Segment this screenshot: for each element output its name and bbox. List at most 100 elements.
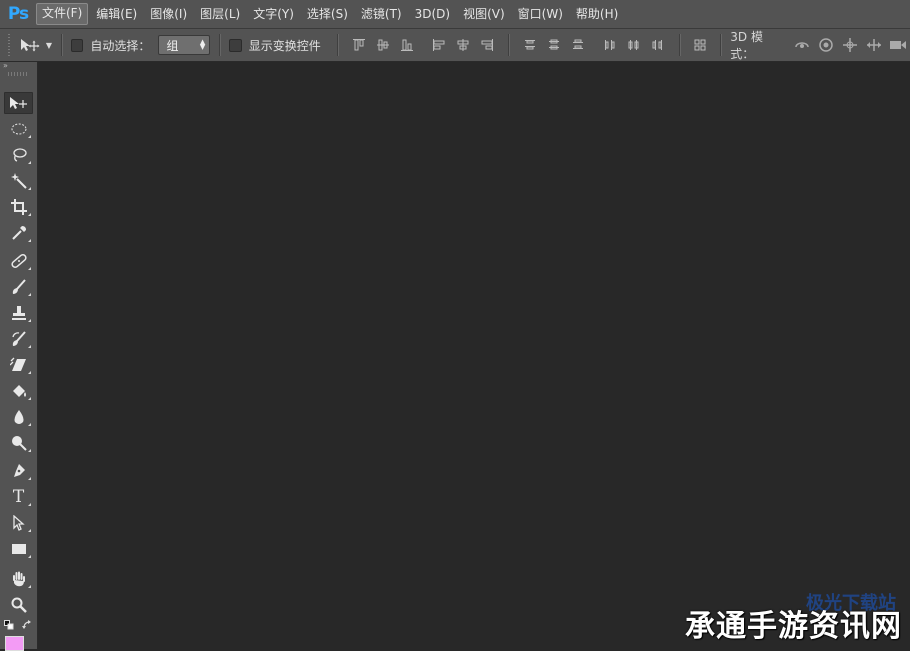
type-tool[interactable]: T [4, 486, 33, 508]
show-transform-label: 显示变换控件 [248, 38, 321, 53]
distribute-vcenter-button[interactable] [542, 34, 566, 56]
elliptical-marquee-tool[interactable] [4, 118, 33, 140]
3d-slide-button[interactable] [862, 34, 886, 56]
align-right-button[interactable] [475, 34, 499, 56]
zoom-tool[interactable] [4, 594, 33, 616]
hand-tool[interactable] [4, 568, 33, 590]
align-bottom-button[interactable] [395, 34, 419, 56]
3d-rotate-icon [795, 42, 809, 48]
crop-tool[interactable] [4, 196, 33, 218]
3d-roll-icon [819, 38, 833, 52]
menu-type[interactable]: 文字(Y) [248, 4, 299, 24]
distribute-left-icon [604, 40, 615, 50]
auto-select-checkbox[interactable] [71, 38, 84, 52]
divider [61, 34, 62, 56]
align-top-icon [352, 39, 365, 51]
menu-edit[interactable]: 编辑(E) [91, 4, 142, 24]
dodge-tool[interactable] [4, 432, 33, 454]
eraser-tool[interactable] [4, 354, 33, 376]
toolbox: » T [0, 62, 38, 651]
menu-filter[interactable]: 滤镜(T) [356, 4, 407, 24]
3d-roll-button[interactable] [814, 34, 838, 56]
magic-wand-tool[interactable] [4, 170, 33, 192]
move-tool[interactable] [4, 92, 33, 114]
menu-3d[interactable]: 3D(D) [410, 4, 455, 24]
distribute-hcenter-button[interactable] [622, 34, 646, 56]
3d-pan-button[interactable] [838, 34, 862, 56]
3d-pan-icon [843, 38, 858, 52]
tool-preset-picker[interactable]: ▼ [20, 38, 52, 52]
distribute-buttons [518, 34, 670, 56]
auto-align-icon [694, 39, 706, 51]
align-buttons [347, 34, 499, 56]
dodge-icon [11, 436, 27, 451]
ellipse-marquee-icon [11, 123, 26, 135]
auto-select-value: 组 [166, 38, 179, 53]
distribute-vertical-center-icon [548, 39, 559, 50]
distribute-right-button[interactable] [646, 34, 670, 56]
align-bottom-icon [400, 39, 413, 51]
crop-icon [10, 199, 27, 215]
bandage-icon [10, 254, 27, 268]
path-selection-tool[interactable] [4, 512, 33, 534]
menu-help[interactable]: 帮助(H) [571, 4, 623, 24]
menu-image[interactable]: 图像(I) [145, 4, 192, 24]
clone-stamp-tool[interactable] [4, 302, 33, 324]
distribute-bottom-button[interactable] [566, 34, 590, 56]
video-camera-icon [890, 41, 907, 49]
options-bar-grip[interactable] [8, 34, 10, 56]
stamp-icon [11, 306, 26, 320]
3d-scale-button[interactable] [886, 34, 910, 56]
watermark-text: 承通手游资讯网 [685, 609, 902, 644]
toolbox-grip[interactable] [8, 72, 29, 76]
eyedropper-icon [11, 226, 26, 240]
pen-icon [13, 464, 25, 477]
distribute-top-button[interactable] [518, 34, 542, 56]
3d-mode-buttons [790, 34, 910, 56]
menu-window[interactable]: 窗口(W) [513, 4, 568, 24]
align-top-button[interactable] [347, 34, 371, 56]
align-left-button[interactable] [427, 34, 451, 56]
blur-tool[interactable] [4, 406, 33, 428]
document-workspace[interactable] [38, 62, 910, 649]
brush-tool[interactable] [4, 276, 33, 298]
align-horizontal-center-icon [457, 39, 469, 51]
eyedropper-tool[interactable] [4, 222, 33, 244]
distribute-horizontal-center-icon [628, 40, 639, 50]
divider [219, 34, 221, 56]
align-right-icon [481, 39, 493, 51]
align-left-icon [432, 39, 445, 51]
collapse-toolbox-icon[interactable]: » [0, 62, 37, 70]
show-transform-checkbox[interactable] [229, 38, 242, 52]
eraser-icon [9, 357, 26, 371]
swap-colors-icon[interactable] [22, 620, 32, 630]
menu-layer[interactable]: 图层(L) [195, 4, 245, 24]
align-vcenter-button[interactable] [371, 34, 395, 56]
chevron-down-icon: ▼ [45, 40, 53, 50]
history-brush-tool[interactable] [4, 328, 33, 350]
menu-bar: Ps 文件(F) 编辑(E) 图像(I) 图层(L) 文字(Y) 选择(S) 滤… [0, 0, 910, 29]
move-icon [9, 97, 27, 109]
distribute-left-button[interactable] [598, 34, 622, 56]
paint-bucket-tool[interactable] [4, 380, 33, 402]
rectangle-tool[interactable] [4, 538, 33, 560]
3d-rotate-button[interactable] [790, 34, 814, 56]
3d-slide-icon [867, 39, 882, 51]
hand-icon [12, 571, 25, 587]
distribute-bottom-icon [572, 39, 583, 49]
history-brush-icon [11, 331, 26, 346]
default-colors-icon[interactable] [4, 620, 14, 630]
menu-select[interactable]: 选择(S) [302, 4, 353, 24]
distribute-top-icon [524, 40, 535, 50]
divider [507, 34, 509, 56]
up-down-arrows-icon: ▲ ▼ [199, 38, 206, 51]
menu-file[interactable]: 文件(F) [36, 3, 89, 25]
auto-select-dropdown[interactable]: 组 ▲ ▼ [158, 35, 211, 55]
pen-tool[interactable] [4, 460, 33, 482]
align-hcenter-button[interactable] [451, 34, 475, 56]
align-vertical-center-icon [376, 39, 389, 51]
lasso-tool[interactable] [4, 144, 33, 166]
healing-brush-tool[interactable] [4, 250, 33, 272]
menu-view[interactable]: 视图(V) [458, 4, 510, 24]
auto-align-layers-button[interactable] [689, 34, 712, 56]
